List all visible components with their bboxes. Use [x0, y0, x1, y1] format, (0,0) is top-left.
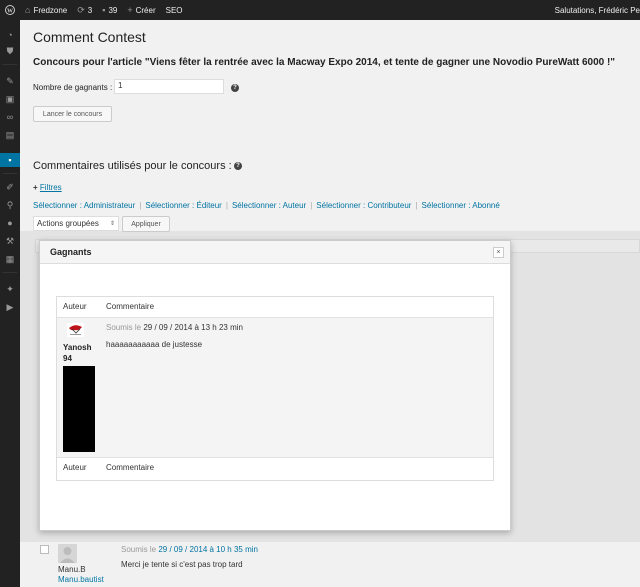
avatar	[67, 323, 84, 337]
bulk-actions-select[interactable]: Actions groupées ⇕	[33, 216, 119, 231]
role-select-links: Sélectionner : Administrateur | Sélectionn…	[33, 201, 500, 210]
close-button[interactable]: ×	[493, 247, 504, 258]
tools-icon[interactable]: ⚒	[0, 234, 20, 248]
winners-table: Auteur Commentaire Yanosh 94 Soumis le 2…	[56, 296, 494, 481]
column-footer-author: Auteur	[63, 463, 87, 472]
help-icon[interactable]: ?	[234, 162, 242, 170]
comment-text: Merci je tente si c'est pas trop tard	[121, 560, 243, 569]
seo-label: SEO	[165, 5, 183, 15]
seo-link[interactable]: SEO	[161, 0, 188, 20]
separator: |	[415, 201, 418, 210]
refresh-icon: ⟳	[77, 4, 85, 15]
comment-checkbox[interactable]	[40, 545, 49, 554]
select-contributor-link[interactable]: Sélectionner : Contributeur	[316, 201, 411, 210]
pin-icon[interactable]: ✎	[0, 74, 20, 88]
table-row: Yanosh 94 Soumis le 29 / 09 / 2014 à 13 …	[57, 318, 493, 457]
new-content-label: Créer	[135, 5, 156, 15]
modal-header: Gagnants ×	[40, 241, 510, 264]
help-icon[interactable]: ?	[231, 84, 239, 92]
plugins-icon[interactable]: ⚲	[0, 198, 20, 212]
home-icon: ⌂	[25, 5, 31, 15]
winner-comment-text: haaaaaaaaaaa de justesse	[106, 340, 203, 349]
media-icon[interactable]: ▣	[0, 92, 20, 106]
plus-icon: +	[33, 183, 38, 192]
winners-modal: Gagnants × Auteur Commentaire Yanosh 94 …	[39, 240, 511, 531]
admin-sidebar: ◔ ⛊ ✎ ▣ ∞ ▤ ▪ ✐ ⚲ ● ⚒ ▦ ✦ ▶	[0, 20, 20, 587]
submitted-prefix: Soumis le	[121, 545, 157, 554]
comment-date-link[interactable]: 29 / 09 / 2014 à 10 h 35 min	[158, 545, 258, 554]
separator: |	[310, 201, 313, 210]
comment-meta: Soumis le 29 / 09 / 2014 à 10 h 35 min	[121, 545, 258, 554]
comment-author-name: Manu.B	[58, 565, 86, 574]
wordpress-logo-icon[interactable]: W	[0, 0, 20, 20]
settings-icon[interactable]: ▦	[0, 252, 20, 266]
select-author-link[interactable]: Sélectionner : Auteur	[232, 201, 306, 210]
submitted-prefix: Soumis le	[106, 323, 142, 332]
avatar	[58, 544, 77, 563]
bulk-actions-value: Actions groupées	[37, 219, 99, 228]
site-name-label: Fredzone	[33, 5, 68, 15]
svg-text:W: W	[7, 9, 13, 15]
winner-comment-meta: Soumis le 29 / 09 / 2014 à 13 h 23 min	[106, 323, 243, 332]
pages-icon[interactable]: ▤	[0, 128, 20, 142]
comment-author-username[interactable]: Manu.bautist	[58, 575, 104, 584]
link-icon[interactable]: ∞	[0, 110, 20, 124]
appearance-icon[interactable]: ✐	[0, 180, 20, 194]
sidebar-separator	[3, 173, 17, 174]
comments-icon[interactable]: ▪	[0, 153, 20, 167]
winner-author-name: Yanosh 94	[63, 343, 92, 363]
comments-count: 39	[108, 5, 118, 15]
dashboard-icon[interactable]: ◔	[0, 28, 20, 42]
modal-title: Gagnants	[50, 247, 92, 257]
separator: |	[139, 201, 142, 210]
twitter-icon[interactable]: ✦	[0, 282, 20, 296]
redacted-block	[63, 366, 95, 452]
separator: |	[225, 201, 228, 210]
play-icon[interactable]: ▶	[0, 300, 20, 314]
updates-count: 3	[87, 5, 93, 15]
filters-label: Filtres	[39, 183, 62, 192]
filters-toggle[interactable]: + Filtres	[33, 183, 62, 192]
sidebar-separator	[3, 64, 17, 65]
updates-link[interactable]: ⟳ 3	[72, 0, 97, 20]
winners-count-input[interactable]: 1	[114, 79, 224, 94]
site-name-link[interactable]: ⌂ Fredzone	[20, 0, 72, 20]
comment-bubble-icon: ▪	[102, 5, 106, 15]
page-title: Comment Contest	[33, 29, 146, 45]
column-header-comment: Commentaire	[106, 302, 155, 311]
admin-bar: W ⌂ Fredzone ⟳ 3 ▪ 39 + Créer SEO Saluta…	[0, 0, 640, 20]
comments-heading: Commentaires utilisés pour le concours :	[33, 160, 232, 172]
select-administrator-link[interactable]: Sélectionner : Administrateur	[33, 201, 135, 210]
comments-link[interactable]: ▪ 39	[97, 0, 122, 20]
select-arrows-icon: ⇕	[109, 221, 115, 227]
winner-comment-date: 29 / 09 / 2014 à 13 h 23 min	[143, 323, 243, 332]
shield-icon[interactable]: ⛊	[0, 44, 20, 58]
users-icon[interactable]: ●	[0, 216, 20, 230]
divider	[57, 457, 493, 458]
plus-icon: +	[127, 5, 133, 15]
sidebar-separator	[3, 272, 17, 273]
winners-count-label: Nombre de gagnants :	[33, 83, 113, 92]
article-heading: Concours pour l'article "Viens fêter la …	[33, 57, 616, 68]
column-header-author: Auteur	[63, 302, 87, 311]
launch-contest-button[interactable]: Lancer le concours	[33, 106, 112, 122]
select-subscriber-link[interactable]: Sélectionner : Abonné	[422, 201, 500, 210]
column-footer-comment: Commentaire	[106, 463, 155, 472]
select-editor-link[interactable]: Sélectionner : Éditeur	[145, 201, 222, 210]
user-greeting[interactable]: Salutations, Frédéric Pe	[550, 0, 640, 20]
apply-button[interactable]: Appliquer	[122, 216, 170, 232]
new-content-link[interactable]: + Créer	[122, 0, 160, 20]
